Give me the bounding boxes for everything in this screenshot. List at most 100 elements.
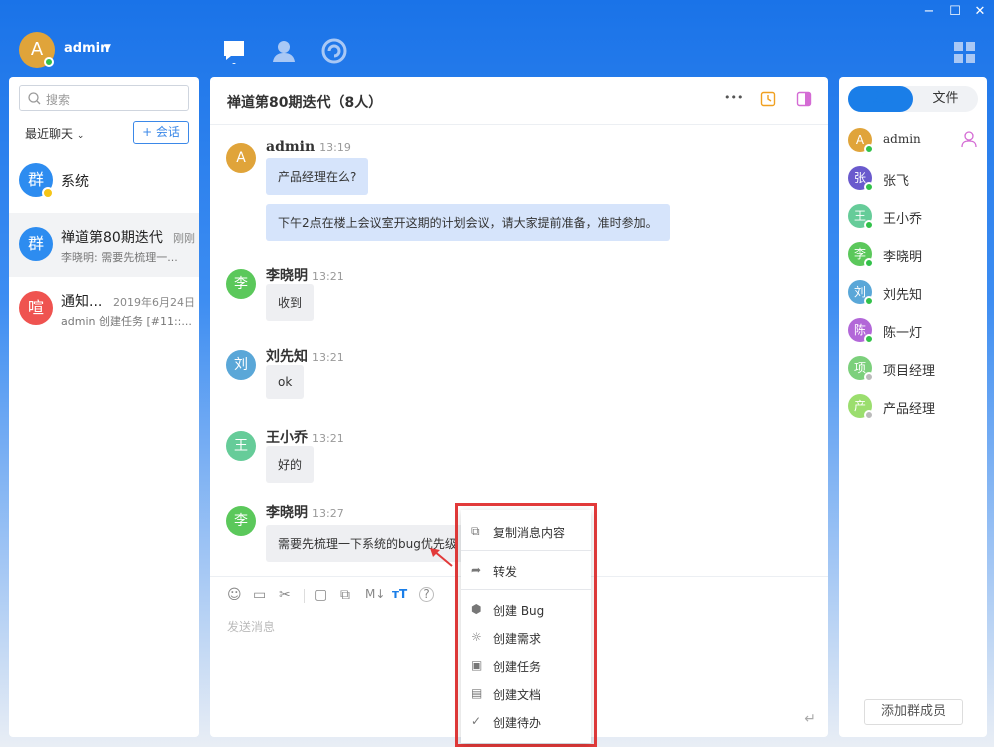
menu-item-label: 创建 Bug (493, 604, 545, 618)
menu-item-create-doc[interactable]: ▤ 创建文档 (461, 681, 591, 707)
copy-icon: ⧉ (471, 524, 480, 538)
conversation-title: 禅道第80期迭代 (61, 230, 163, 246)
member-item[interactable]: 刘 刘先知 (848, 277, 983, 307)
search-icon (28, 92, 41, 105)
message-sender: 刘先知 13:21 (266, 346, 344, 366)
chat-nav-icon[interactable] (221, 38, 247, 64)
menu-item-create-story[interactable]: ☼ 创建需求 (461, 625, 591, 651)
menu-item-create-bug[interactable]: ⬢ 创建 Bug (461, 597, 591, 623)
sender-name: admin (266, 139, 316, 155)
offline-status-icon (864, 410, 874, 420)
menu-item-forward[interactable]: ➦ 转发 (461, 558, 591, 584)
menu-item-label: 转发 (493, 565, 518, 579)
folder-icon[interactable]: ▢ (314, 587, 327, 603)
member-name: 李晓明 (883, 250, 923, 265)
top-bar: A admin ▼ − ☐ ✕ (0, 0, 994, 77)
conversation-item-sprint[interactable]: 群 禅道第80期迭代 刚刚 李晓明: 需要先梳理一... (9, 213, 199, 277)
username[interactable]: admin (64, 41, 109, 56)
member-name: admin (883, 132, 921, 146)
more-icon[interactable]: ••• (724, 91, 743, 104)
recent-chats-label: 最近聊天 (25, 127, 74, 141)
menu-item-label: 复制消息内容 (493, 526, 566, 540)
menu-item-create-task[interactable]: ▣ 创建任务 (461, 653, 591, 679)
member-name: 产品经理 (883, 402, 936, 417)
conversation-avatar: 喧 (19, 291, 53, 325)
chevron-down-icon[interactable]: ▼ (104, 43, 111, 53)
conversation-item-notice[interactable]: 喧 通知... 2019年6月24日 admin 创建任务 [#11::... (9, 277, 199, 341)
member-item[interactable]: A admin (848, 125, 983, 155)
message-bubble[interactable]: 下午2点在楼上会议室开这期的计划会议，请大家提前准备，准时参加。 (266, 204, 670, 241)
message-time: 13:21 (312, 270, 344, 283)
chat-title: 禅道第80期迭代（8人） (227, 95, 383, 111)
message-bubble[interactable]: 收到 (266, 284, 315, 321)
help-icon[interactable]: ? (419, 587, 434, 602)
recent-chats-dropdown[interactable]: 最近聊天 ⌄ (25, 125, 84, 142)
screenshot-icon[interactable]: ✂ (279, 587, 291, 603)
sender-name: 王小乔 (266, 430, 308, 446)
member-name: 张飞 (883, 174, 910, 189)
message-input[interactable]: 发送消息 (227, 618, 275, 635)
message-bubble[interactable]: ok (266, 365, 305, 399)
sender-name: 李晓明 (266, 268, 308, 284)
send-icon[interactable]: ↵ (804, 711, 816, 727)
new-chat-button[interactable]: + 会话 (133, 121, 189, 144)
message-avatar[interactable]: A (226, 143, 256, 173)
menu-item-copy[interactable]: ⧉ 复制消息内容 (461, 519, 591, 545)
conversation-avatar: 群 (19, 227, 53, 261)
bug-icon: ⬢ (471, 602, 482, 616)
tab-files[interactable]: 文件 (913, 86, 978, 112)
menu-item-create-todo[interactable]: ✓ 创建待办 (461, 709, 591, 735)
maximize-icon[interactable]: ☐ (945, 4, 965, 19)
member-item[interactable]: 产 产品经理 (848, 391, 983, 421)
discover-nav-icon[interactable] (321, 38, 347, 64)
conversation-title: 系统 (61, 174, 89, 190)
member-name: 刘先知 (883, 288, 923, 303)
add-member-button[interactable]: 添加群成员 (864, 699, 963, 725)
document-icon: ▤ (471, 686, 483, 700)
message-avatar[interactable]: 李 (226, 269, 256, 299)
close-icon[interactable]: ✕ (970, 4, 990, 19)
message-bubble[interactable]: 好的 (266, 446, 315, 483)
member-name: 项目经理 (883, 364, 936, 379)
message-time: 13:21 (312, 351, 344, 364)
user-avatar-letter: A (30, 39, 44, 60)
message-sender: 李晓明 13:27 (266, 502, 344, 522)
contacts-nav-icon[interactable] (271, 38, 297, 64)
menu-item-label: 创建待办 (493, 716, 542, 730)
check-circle-icon: ✓ (471, 714, 482, 728)
message-bubble[interactable]: 产品经理在么? (266, 158, 369, 195)
member-item[interactable]: 陈 陈一灯 (848, 315, 983, 345)
conversation-title: 通知... (61, 294, 103, 310)
menu-divider (461, 589, 591, 590)
conversation-item-system[interactable]: 群 系统 (9, 149, 199, 213)
member-item[interactable]: 项 项目经理 (848, 353, 983, 383)
menu-item-label: 创建任务 (493, 660, 542, 674)
user-avatar[interactable]: A (19, 32, 55, 68)
search-input[interactable]: 搜索 (19, 85, 189, 111)
message-avatar[interactable]: 王 (226, 431, 256, 461)
online-status-icon (864, 258, 874, 268)
sender-name: 李晓明 (266, 505, 308, 521)
member-name: 陈一灯 (883, 326, 923, 341)
message-avatar[interactable]: 刘 (226, 350, 256, 380)
toolbar-divider (304, 589, 305, 603)
message-avatar[interactable]: 李 (226, 506, 256, 536)
message-time: 13:21 (312, 432, 344, 445)
text-format-icon[interactable]: ᴛT (392, 587, 407, 601)
member-item[interactable]: 王 王小乔 (848, 201, 983, 231)
tab-members[interactable]: 成员 (848, 86, 913, 112)
markdown-icon[interactable]: M↓ (365, 587, 385, 601)
online-status-icon (864, 334, 874, 344)
code-icon[interactable]: ⧉ (340, 587, 350, 603)
image-icon[interactable]: ▭ (253, 587, 266, 603)
member-item[interactable]: 张 张飞 (848, 163, 983, 193)
minimize-icon[interactable]: − (919, 4, 939, 19)
history-icon[interactable] (760, 91, 776, 107)
online-status-icon (864, 220, 874, 230)
admin-role-icon (961, 131, 977, 148)
conversation-preview: 李晓明: 需要先梳理一... (61, 251, 178, 264)
member-item[interactable]: 李 李晓明 (848, 239, 983, 269)
sidebar-toggle-icon[interactable] (796, 91, 812, 107)
apps-grid-icon[interactable] (954, 42, 975, 63)
emoji-icon[interactable]: ☺ (227, 587, 242, 603)
